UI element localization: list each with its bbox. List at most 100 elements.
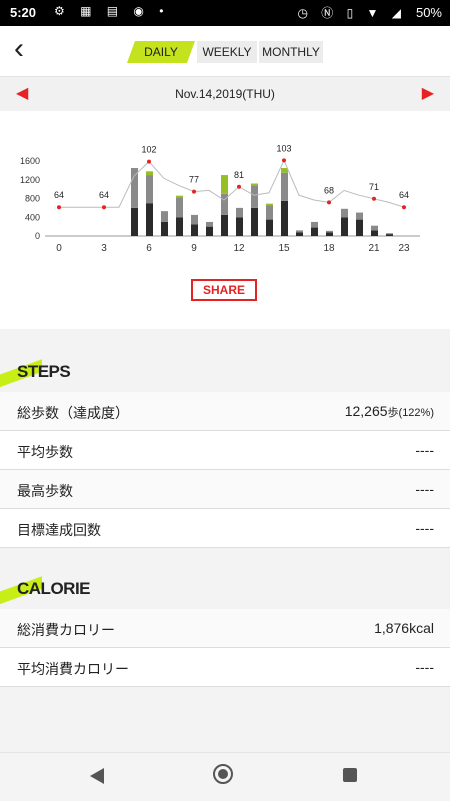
y-tick-label: 1200 — [20, 175, 40, 185]
step-bar-dark — [236, 217, 243, 236]
step-bar-grey — [356, 212, 363, 220]
x-tick-label: 9 — [191, 243, 197, 254]
heart-rate-point — [327, 200, 331, 205]
step-bar-grey — [341, 208, 348, 218]
tab-monthly[interactable]: MONTHLY — [259, 41, 323, 63]
step-bar-dark — [131, 207, 138, 236]
calorie-title: CALORIE — [17, 579, 91, 598]
row-value: ---- — [415, 520, 434, 536]
step-bar-green — [251, 183, 258, 186]
heart-rate-label: 64 — [99, 190, 109, 200]
step-bar-grey — [311, 221, 318, 228]
heart-rate-line — [59, 159, 405, 208]
heart-rate-point — [282, 158, 286, 163]
heart-rate-point — [147, 159, 151, 164]
y-tick-label: 0 — [35, 231, 40, 241]
row-value: 1,876kcal — [374, 620, 434, 636]
steps-section-header: STEPS — [0, 350, 450, 392]
step-bar-grey — [236, 207, 243, 218]
period-tabs: DAILY WEEKLY MONTHLY — [127, 41, 323, 63]
step-bar-dark — [386, 234, 393, 236]
total-steps-value: 12,265歩(122%) — [344, 403, 434, 419]
step-bar-grey — [296, 230, 303, 233]
row-label: 平均消費カロリー — [17, 661, 129, 677]
step-bar-dark — [266, 219, 273, 236]
heart-rate-point — [372, 196, 376, 201]
calorie-section-header: CALORIE — [0, 567, 450, 609]
step-bar-grey — [386, 233, 393, 235]
heart-rate-label: 68 — [324, 185, 334, 195]
step-bar-green — [221, 175, 228, 194]
y-tick-label: 800 — [25, 194, 40, 204]
heart-rate-point — [237, 184, 241, 189]
row-label: 総消費カロリー — [17, 622, 115, 638]
x-tick-label: 15 — [278, 243, 290, 254]
heart-rate-label: 77 — [189, 175, 199, 185]
heart-rate-point — [102, 205, 106, 210]
total-calorie-row: 総消費カロリー 1,876kcal — [0, 609, 450, 648]
step-bar-grey — [161, 211, 168, 222]
average-calorie-row: 平均消費カロリー ---- — [0, 648, 450, 687]
app-bar: ‹ DAILY WEEKLY MONTHLY — [0, 26, 450, 76]
back-arrow-icon[interactable]: ‹ — [14, 34, 24, 64]
step-bar-dark — [221, 214, 228, 236]
step-bar-green — [176, 195, 183, 198]
x-tick-label: 21 — [368, 243, 380, 254]
total-steps-row: 総歩数（達成度） 12,265歩(122%) — [0, 392, 450, 431]
x-tick-label: 6 — [146, 243, 152, 254]
status-time: 5:20 — [10, 5, 37, 20]
step-bar-grey — [131, 168, 138, 208]
x-tick-label: 12 — [233, 243, 245, 254]
row-label: 最高歩数 — [17, 483, 73, 499]
step-bar-dark — [311, 227, 318, 236]
share-button[interactable]: SHARE — [191, 279, 257, 301]
step-bar-dark — [161, 221, 168, 236]
step-bar-grey — [371, 225, 378, 231]
current-date: Nov.14,2019(THU) — [175, 87, 275, 101]
x-tick-label: 18 — [323, 243, 335, 254]
x-tick-label: 23 — [398, 243, 410, 254]
step-bar-grey — [251, 185, 258, 208]
average-steps-row: 平均歩数 ---- — [0, 431, 450, 470]
next-day-arrow-icon[interactable]: ▶ — [422, 83, 434, 103]
status-bar: 5:20 ⚙ ▦ ▤ ◉ • ◷ Ⓝ ▯ ▼ ◢ 50% — [0, 0, 450, 26]
battery-level: 50% — [415, 5, 442, 20]
heart-rate-point — [57, 205, 61, 210]
step-bar-dark — [326, 232, 333, 236]
system-nav-bar — [0, 752, 450, 801]
nav-back-icon[interactable] — [90, 768, 104, 784]
step-bar-dark — [206, 226, 213, 236]
row-value: ---- — [415, 442, 434, 458]
step-bar-green — [146, 171, 153, 176]
max-steps-row: 最高歩数 ---- — [0, 470, 450, 509]
heart-rate-label: 64 — [54, 190, 64, 200]
step-bar-green — [281, 168, 288, 173]
step-bar-dark — [191, 224, 198, 236]
heart-rate-label: 71 — [369, 182, 379, 192]
step-bar-dark — [356, 219, 363, 236]
step-bar-grey — [281, 172, 288, 201]
step-bar-grey — [326, 230, 333, 233]
row-value: ---- — [415, 659, 434, 675]
heart-rate-point — [192, 189, 196, 194]
notification-icons: ⚙ ▦ ▤ ◉ • — [54, 4, 170, 18]
step-bar-dark — [296, 232, 303, 236]
row-label: 平均歩数 — [17, 444, 73, 460]
tab-daily[interactable]: DAILY — [127, 41, 195, 63]
row-value: ---- — [415, 481, 434, 497]
tab-weekly[interactable]: WEEKLY — [197, 41, 257, 63]
nav-recents-icon[interactable] — [343, 768, 357, 782]
row-label: 目標達成回数 — [17, 522, 101, 538]
x-tick-label: 0 — [56, 243, 62, 254]
step-bar-green — [266, 203, 273, 206]
heart-rate-label: 64 — [399, 190, 409, 200]
nav-home-icon[interactable] — [213, 764, 233, 784]
step-bar-dark — [146, 203, 153, 236]
steps-title: STEPS — [17, 362, 71, 381]
heart-rate-label: 102 — [141, 145, 156, 155]
y-tick-label: 1600 — [20, 156, 40, 166]
date-navigator: ◀ Nov.14,2019(THU) ▶ — [0, 76, 450, 112]
x-tick-label: 3 — [101, 243, 107, 254]
heart-rate-point — [402, 205, 406, 210]
step-bar-grey — [191, 214, 198, 225]
